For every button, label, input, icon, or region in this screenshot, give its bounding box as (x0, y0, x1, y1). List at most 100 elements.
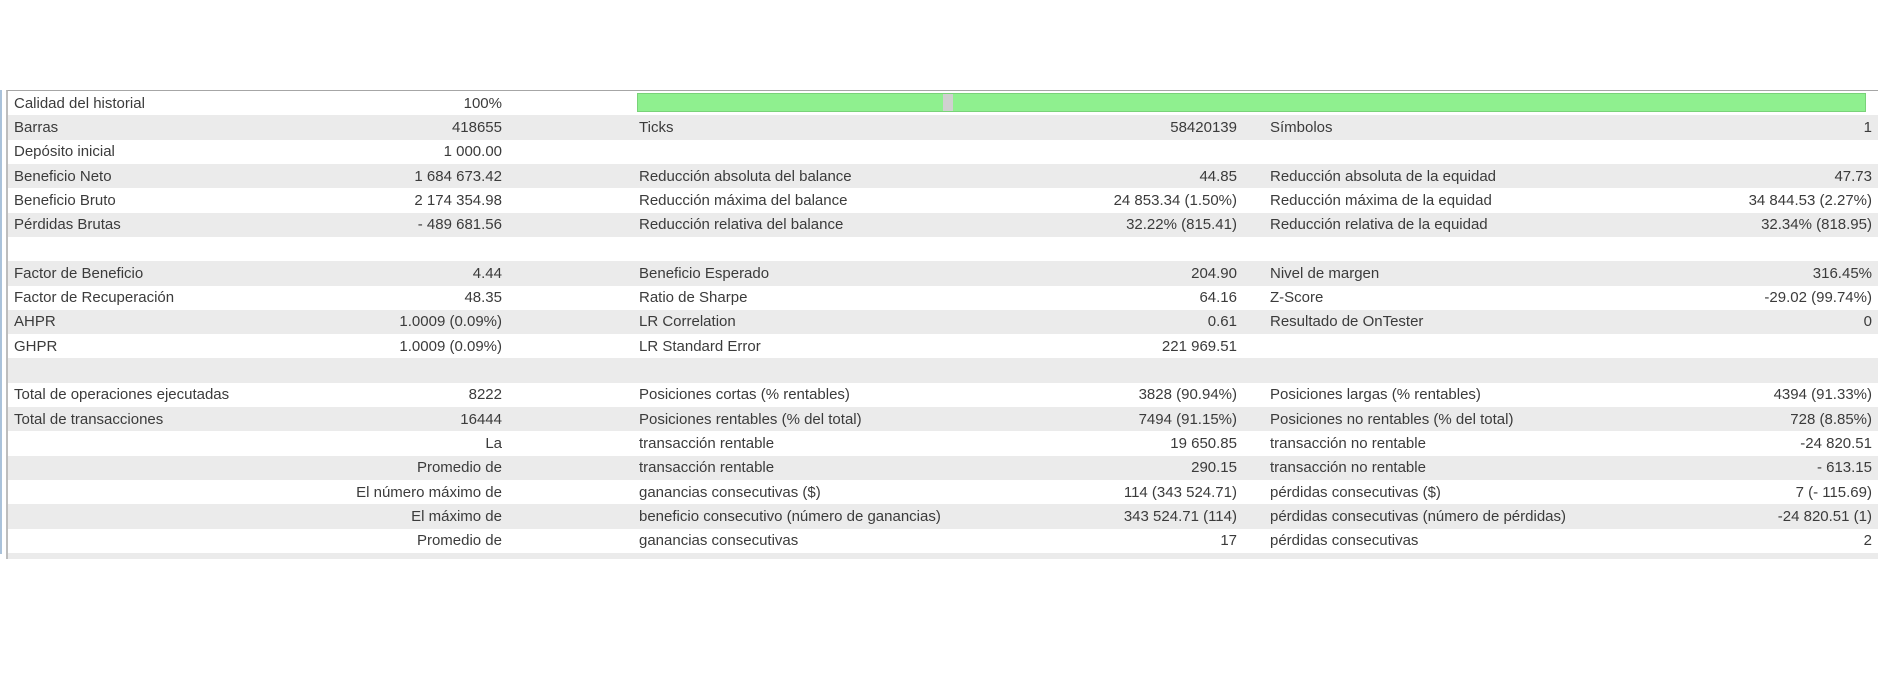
metric-value: 728 (8.85%) (1790, 410, 1872, 428)
metric-value: 343 524.71 (114) (1123, 507, 1237, 525)
results-table-rows: Calidad del historial 100% Barras 418655 Tic… (8, 91, 1878, 553)
metric-label: Ratio de Sharpe (639, 289, 748, 307)
metric-label: Total de transacciones (14, 410, 164, 428)
metric-label: Beneficio Neto (14, 167, 112, 185)
table-row[interactable]: Promedio de transacción rentable 290.15 tra… (8, 455, 1878, 480)
metric-label: Posiciones cortas (% rentables) (639, 386, 850, 404)
metric-label: Depósito inicial (14, 143, 115, 161)
metric-label: Posiciones rentables (% del total) (639, 410, 862, 428)
metric-value: 0.61 (1207, 313, 1237, 331)
metric-value: 48.35 (464, 289, 502, 307)
table-row[interactable]: Total de transacciones 16444 Posiciones re… (8, 407, 1878, 432)
metric-value: 2 (1863, 532, 1872, 550)
metric-value: 0 (1863, 313, 1872, 331)
metric-label: Símbolos (1270, 118, 1333, 136)
table-row[interactable]: El número máximo de ganancias consecutiva… (8, 480, 1878, 505)
metric-value: 32.22% (815.41) (1126, 216, 1237, 234)
metric-label: transacción rentable (639, 459, 775, 477)
metric-label: pérdidas consecutivas (1270, 532, 1419, 550)
metric-value: Promedio de (416, 532, 502, 550)
metric-label: Factor de Beneficio (14, 264, 144, 282)
metric-value: 32.34% (818.95) (1761, 216, 1872, 234)
metric-label: Reducción absoluta del balance (639, 167, 852, 185)
metric-label: beneficio consecutivo (número de gananci… (639, 507, 941, 525)
metric-value: El máximo de (411, 507, 502, 525)
metric-value: 290.15 (1191, 459, 1237, 477)
metric-value: - 613.15 (1816, 459, 1872, 477)
screenshot-root: { "panel": { "name": "Resultados del bac… (0, 0, 1878, 690)
metric-label: Posiciones no rentables (% del total) (1270, 410, 1514, 428)
quality-bar-gap (943, 94, 953, 111)
metric-label: pérdidas consecutivas (número de pérdida… (1270, 507, 1566, 525)
metric-label: Reducción máxima de la equidad (1270, 191, 1492, 209)
table-row[interactable]: Barras 418655 Ticks 58420139 Símbolos 1 (8, 115, 1878, 140)
metric-value: 64.16 (1199, 289, 1237, 307)
metric-value: 100% (463, 94, 502, 112)
metric-value: 204.90 (1191, 264, 1237, 282)
table-row[interactable]: AHPR 1.0009 (0.09%) LR Correlation 0.61 Resu… (8, 309, 1878, 335)
table-row[interactable]: GHPR 1.0009 (0.09%) LR Standard Error 221 9… (8, 334, 1878, 359)
metric-label: Beneficio Esperado (639, 264, 770, 282)
metric-value: 221 969.51 (1161, 337, 1237, 355)
tester-results-table: Calidad del historial 100% Barras 418655 Tic… (6, 90, 1878, 559)
history-quality-bar (637, 93, 1866, 112)
metric-value: 1 684 673.42 (414, 167, 502, 185)
metric-label: Reducción relativa de la equidad (1270, 216, 1488, 234)
metric-value: 3828 (90.94%) (1138, 386, 1237, 404)
table-row[interactable]: Total de operaciones ejecutadas 8222 Posic… (8, 382, 1878, 408)
metric-value: 4.44 (472, 264, 502, 282)
metric-value: 1 000.00 (443, 143, 502, 161)
metric-value: - 489 681.56 (417, 216, 502, 234)
metric-label: Barras (14, 118, 59, 136)
panel-left-accent-strip (0, 90, 2, 554)
metric-label: pérdidas consecutivas ($) (1270, 483, 1441, 501)
table-row[interactable]: Promedio de ganancias consecutivas 17 pérdi… (8, 528, 1878, 553)
metric-value: 8222 (468, 386, 502, 404)
metric-label: AHPR (14, 313, 56, 331)
table-row[interactable]: Calidad del historial 100% (8, 91, 1878, 116)
metric-value: 34 844.53 (2.27%) (1748, 191, 1872, 209)
metric-label: LR Correlation (639, 313, 736, 331)
table-bottom-partial-row (8, 552, 1878, 559)
metric-label: Posiciones largas (% rentables) (1270, 386, 1481, 404)
metric-value: 2 174 354.98 (414, 191, 502, 209)
metric-value: 19 650.85 (1170, 435, 1237, 453)
metric-value: 1.0009 (0.09%) (399, 337, 502, 355)
metric-label: Beneficio Bruto (14, 191, 116, 209)
metric-value: -24 820.51 (1) (1777, 507, 1872, 525)
table-row[interactable]: Factor de Recuperación 48.35 Ratio de Shar… (8, 285, 1878, 310)
metric-label: Calidad del historial (14, 94, 145, 112)
table-row[interactable] (8, 358, 1878, 383)
metric-label: Reducción relativa del balance (639, 216, 844, 234)
metric-value: 16444 (460, 410, 502, 428)
table-row[interactable]: Depósito inicial 1 000.00 (8, 139, 1878, 164)
metric-label: Factor de Recuperación (14, 289, 175, 307)
metric-value: Promedio de (416, 459, 502, 477)
metric-label: Reducción máxima del balance (639, 191, 848, 209)
table-row[interactable] (8, 236, 1878, 262)
metric-label: ganancias consecutivas ($) (639, 483, 821, 501)
metric-value: 4394 (91.33%) (1773, 386, 1872, 404)
metric-label: transacción no rentable (1270, 435, 1426, 453)
metric-value: 1.0009 (0.09%) (399, 313, 502, 331)
metric-value: 316.45% (1812, 264, 1872, 282)
table-row[interactable]: Beneficio Bruto 2 174 354.98 Reducción máx… (8, 188, 1878, 213)
metric-value: La (485, 435, 502, 453)
metric-label: transacción no rentable (1270, 459, 1426, 477)
metric-label: transacción rentable (639, 435, 775, 453)
metric-value: 47.73 (1834, 167, 1872, 185)
metric-value: 7 (- 115.69) (1795, 483, 1872, 501)
metric-value: 58420139 (1170, 118, 1237, 136)
table-row[interactable]: Factor de Beneficio 4.44 Beneficio Esperad… (8, 261, 1878, 286)
metric-label: Pérdidas Brutas (14, 216, 121, 234)
metric-value: 17 (1220, 532, 1237, 550)
metric-label: Resultado de OnTester (1270, 313, 1424, 331)
metric-value: -29.02 (99.74%) (1764, 289, 1872, 307)
table-row[interactable]: El máximo de beneficio consecutivo (númer… (8, 504, 1878, 529)
table-row[interactable]: Beneficio Neto 1 684 673.42 Reducción abso… (8, 163, 1878, 189)
table-row[interactable]: Pérdidas Brutas - 489 681.56 Reducción rel… (8, 212, 1878, 237)
metric-value: -24 820.51 (1800, 435, 1872, 453)
table-row[interactable]: La transacción rentable 19 650.85 transacci… (8, 431, 1878, 456)
metric-value: 7494 (91.15%) (1138, 410, 1237, 428)
metric-label: Total de operaciones ejecutadas (14, 386, 230, 404)
